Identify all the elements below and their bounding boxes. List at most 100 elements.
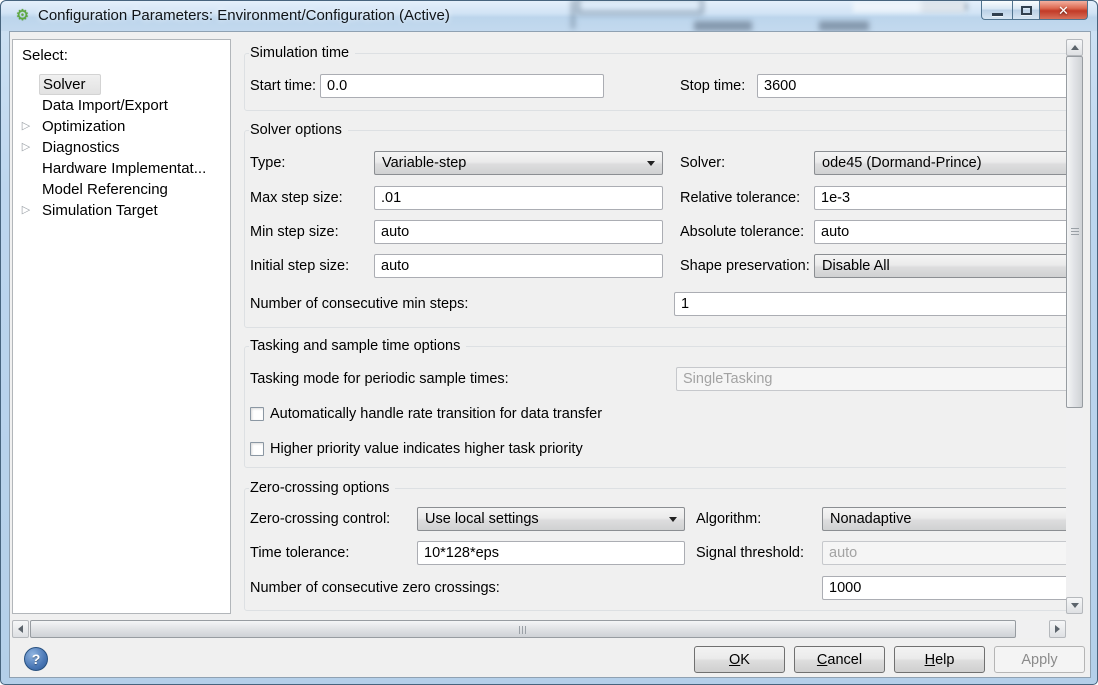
vertical-scrollbar-thumb[interactable]	[1066, 56, 1083, 408]
solver-dropdown[interactable]: ode45 (Dormand-Prince)	[814, 151, 1074, 175]
help-button[interactable]: Help	[894, 646, 985, 673]
consecutive-zero-crossings-input[interactable]	[822, 576, 1074, 600]
maximize-icon	[1021, 6, 1032, 15]
solver-value: ode45 (Dormand-Prince)	[822, 155, 982, 171]
configuration-parameters-dialog: ⚙ Configuration Parameters: Environment/…	[0, 0, 1098, 685]
aero-glass-blur	[853, 1, 965, 12]
scrollbar-grip-icon	[519, 626, 527, 634]
auto-rate-transition-label[interactable]: Automatically handle rate transition for…	[270, 406, 602, 422]
scroll-up-button[interactable]	[1066, 39, 1083, 56]
auto-rate-transition-checkbox[interactable]	[250, 407, 264, 421]
algorithm-dropdown[interactable]: Nonadaptive	[822, 507, 1074, 531]
solver-settings-panel: Simulation time Start time: Stop time: S…	[242, 39, 1074, 614]
arrow-down-icon	[1071, 603, 1079, 608]
algorithm-value: Nonadaptive	[830, 511, 911, 527]
start-time-input[interactable]	[320, 74, 604, 98]
type-label: Type:	[250, 151, 285, 175]
sidebar-item-simulation-target[interactable]: ▷ Simulation Target	[13, 200, 230, 221]
zero-crossing-control-value: Use local settings	[425, 511, 539, 527]
arrow-up-icon	[1071, 45, 1079, 50]
absolute-tolerance-input[interactable]	[814, 220, 1074, 244]
time-tolerance-input[interactable]	[417, 541, 685, 565]
tree-item-label: Simulation Target	[42, 200, 158, 221]
zero-crossing-control-label: Zero-crossing control:	[250, 507, 390, 531]
minimize-icon	[992, 13, 1003, 16]
scrollbar-grip-icon	[1071, 228, 1079, 236]
higher-priority-label[interactable]: Higher priority value indicates higher t…	[270, 441, 583, 457]
vertical-scrollbar[interactable]	[1066, 39, 1083, 614]
sidebar-item-model-referencing[interactable]: Model Referencing	[13, 179, 230, 200]
expand-arrow-icon[interactable]: ▷	[19, 116, 33, 137]
shape-preservation-label: Shape preservation:	[680, 254, 810, 278]
chevron-down-icon	[647, 161, 655, 166]
initial-step-size-label: Initial step size:	[250, 254, 349, 278]
dialog-buttons: OK Cancel Help Apply	[694, 646, 1085, 673]
horizontal-scrollbar[interactable]	[12, 620, 1066, 638]
tree-item-label: Solver	[39, 74, 101, 95]
window-controls: ✕	[981, 1, 1088, 20]
close-icon: ✕	[1058, 2, 1069, 19]
consecutive-zero-crossings-label: Number of consecutive zero crossings:	[250, 576, 500, 600]
config-gear-icon: ⚙	[14, 7, 31, 24]
solver-type-dropdown[interactable]: Variable-step	[374, 151, 663, 175]
initial-step-size-input[interactable]	[374, 254, 663, 278]
min-step-size-input[interactable]	[374, 220, 663, 244]
consecutive-min-steps-input[interactable]	[674, 292, 1074, 316]
horizontal-scrollbar-thumb[interactable]	[30, 620, 1016, 638]
sidebar-item-optimization[interactable]: ▷ Optimization	[13, 116, 230, 137]
scroll-down-button[interactable]	[1066, 597, 1083, 614]
expand-arrow-icon[interactable]: ▷	[19, 137, 33, 158]
chevron-down-icon	[669, 517, 677, 522]
solver-type-value: Variable-step	[382, 155, 466, 171]
scroll-left-button[interactable]	[12, 620, 29, 638]
titlebar: ⚙ Configuration Parameters: Environment/…	[1, 1, 1097, 31]
max-step-size-label: Max step size:	[250, 186, 343, 210]
min-step-size-label: Min step size:	[250, 220, 339, 244]
sidebar-item-diagnostics[interactable]: ▷ Diagnostics	[13, 137, 230, 158]
arrow-left-icon	[18, 625, 23, 633]
stop-time-label: Stop time:	[680, 74, 745, 98]
aero-glass-blur	[921, 3, 967, 10]
sidebar-item-data-import-export[interactable]: Data Import/Export	[13, 95, 230, 116]
signal-threshold-input	[822, 541, 1074, 565]
ok-button[interactable]: OK	[694, 646, 785, 673]
close-button[interactable]: ✕	[1040, 1, 1088, 20]
minimize-button[interactable]	[981, 1, 1012, 20]
tasking-mode-label: Tasking mode for periodic sample times:	[250, 367, 509, 391]
cancel-button[interactable]: Cancel	[794, 646, 885, 673]
max-step-size-input[interactable]	[374, 186, 663, 210]
help-icon[interactable]: ?	[24, 647, 48, 671]
aero-glass-blur	[694, 21, 752, 31]
zero-crossing-control-dropdown[interactable]: Use local settings	[417, 507, 685, 531]
consecutive-min-steps-label: Number of consecutive min steps:	[250, 292, 468, 316]
expand-arrow-icon[interactable]: ▷	[19, 200, 33, 221]
sidebar-item-solver[interactable]: Solver	[13, 74, 230, 95]
dialog-content: Select: Solver Data Import/Export ▷ Opti…	[9, 31, 1091, 678]
simulation-time-title: Simulation time	[249, 45, 355, 61]
tree-item-label: Model Referencing	[42, 179, 168, 200]
relative-tolerance-label: Relative tolerance:	[680, 186, 800, 210]
shape-preservation-value: Disable All	[822, 258, 890, 274]
aero-glass-blur	[819, 21, 869, 31]
tasking-options-title: Tasking and sample time options	[249, 338, 466, 354]
tree-item-label: Diagnostics	[42, 137, 120, 158]
tree-item-label: Data Import/Export	[42, 95, 168, 116]
category-tree-panel: Select: Solver Data Import/Export ▷ Opti…	[12, 39, 231, 614]
maximize-button[interactable]	[1012, 1, 1040, 20]
tree-item-label: Hardware Implementat...	[42, 158, 206, 179]
higher-priority-checkbox[interactable]	[250, 442, 264, 456]
shape-preservation-dropdown[interactable]: Disable All	[814, 254, 1074, 278]
tree-header: Select:	[22, 47, 68, 64]
aero-glass-blur	[571, 0, 575, 29]
apply-button: Apply	[994, 646, 1085, 673]
solver-label: Solver:	[680, 151, 725, 175]
tasking-mode-input	[676, 367, 1074, 391]
relative-tolerance-input[interactable]	[814, 186, 1074, 210]
solver-options-title: Solver options	[249, 122, 348, 138]
sidebar-item-hardware-implementation[interactable]: Hardware Implementat...	[13, 158, 230, 179]
window-title: Configuration Parameters: Environment/Co…	[38, 7, 450, 25]
stop-time-input[interactable]	[757, 74, 1074, 98]
aero-glass-blur	[576, 0, 704, 15]
algorithm-label: Algorithm:	[696, 507, 761, 531]
scroll-right-button[interactable]	[1049, 620, 1066, 638]
